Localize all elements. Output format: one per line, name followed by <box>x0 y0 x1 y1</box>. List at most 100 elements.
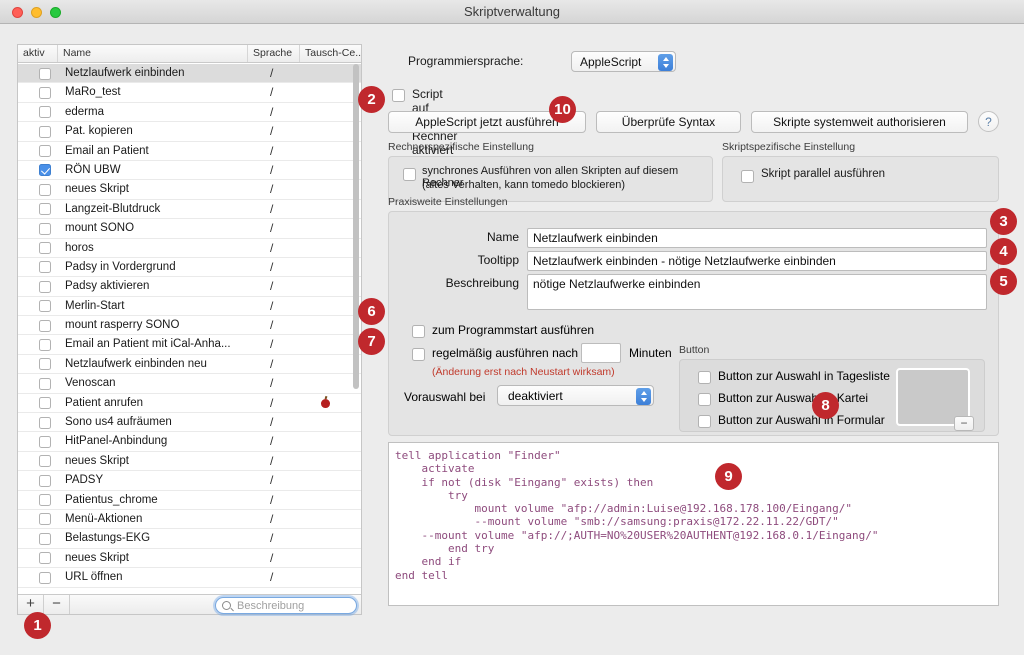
minutes-input[interactable] <box>581 343 621 363</box>
table-row[interactable]: Venoscan / <box>18 374 361 394</box>
column-header-aktiv[interactable]: aktiv <box>18 45 58 62</box>
tooltip-input[interactable]: Netzlaufwerk einbinden - nötige Netzlauf… <box>527 251 987 271</box>
table-row[interactable]: neues Skript / <box>18 452 361 472</box>
row-script-name: Padsy aktivieren <box>65 280 150 293</box>
row-active-checkbox[interactable] <box>39 455 51 468</box>
row-language-value: / <box>270 550 274 565</box>
run-at-startup-checkbox[interactable] <box>412 325 425 338</box>
row-active-checkbox[interactable] <box>39 242 51 255</box>
table-row[interactable]: HitPanel-Anbindung / <box>18 432 361 452</box>
name-input[interactable]: Netzlaufwerk einbinden <box>527 228 987 248</box>
annotation-badge-5: 5 <box>990 268 1017 295</box>
table-row[interactable]: neues Skript / <box>18 180 361 200</box>
script-list-scrollbar[interactable] <box>352 64 360 595</box>
column-header-tausch-center[interactable]: Tausch-Ce... <box>300 45 361 62</box>
row-language-value: / <box>270 511 274 526</box>
table-row[interactable]: Langzeit-Blutdruck / <box>18 200 361 220</box>
table-row[interactable]: RÖN UBW / <box>18 161 361 181</box>
table-row[interactable]: MaRo_test / <box>18 83 361 103</box>
row-active-checkbox[interactable] <box>39 106 51 119</box>
table-row[interactable]: Menü-Aktionen / <box>18 510 361 530</box>
row-active-checkbox[interactable] <box>39 435 51 448</box>
row-active-checkbox[interactable] <box>39 145 51 158</box>
table-row[interactable]: mount SONO / <box>18 219 361 239</box>
row-active-checkbox[interactable] <box>39 319 51 332</box>
script-list-body[interactable]: Netzlaufwerk einbinden / MaRo_test / ederma /… <box>18 64 361 595</box>
chevron-updown-icon[interactable] <box>658 54 673 71</box>
script-group-legend: Skriptspezifische Einstellung <box>722 141 856 153</box>
preselect-selected-value: deaktiviert <box>508 389 563 403</box>
run-periodically-checkbox[interactable] <box>412 348 425 361</box>
table-row[interactable]: ederma / <box>18 103 361 123</box>
annotation-badge-4: 4 <box>990 238 1017 265</box>
script-settings-group: Skript parallel ausführen <box>722 156 999 202</box>
annotation-badge-9: 9 <box>715 463 742 490</box>
row-active-checkbox[interactable] <box>39 183 51 196</box>
table-row[interactable]: Sono us4 aufräumen / <box>18 413 361 433</box>
row-active-checkbox[interactable] <box>39 164 51 177</box>
row-active-checkbox[interactable] <box>39 416 51 429</box>
table-row[interactable]: Padsy in Vordergrund / <box>18 258 361 278</box>
language-select[interactable]: AppleScript <box>571 51 676 72</box>
row-active-checkbox[interactable] <box>39 261 51 274</box>
table-row[interactable]: neues Skript / <box>18 549 361 569</box>
row-active-checkbox[interactable] <box>39 513 51 526</box>
table-row[interactable]: Email an Patient / <box>18 142 361 161</box>
row-active-checkbox[interactable] <box>39 571 51 584</box>
authorize-scripts-button[interactable]: Skripte systemweit authorisieren <box>751 111 968 133</box>
column-header-sprache[interactable]: Sprache <box>248 45 300 62</box>
table-row[interactable]: horos / <box>18 239 361 258</box>
button-icon-preview[interactable]: − <box>896 368 974 431</box>
help-button[interactable]: ? <box>978 111 999 132</box>
row-active-checkbox[interactable] <box>39 125 51 138</box>
row-active-checkbox[interactable] <box>39 280 51 293</box>
row-active-checkbox[interactable] <box>39 300 51 313</box>
row-active-checkbox[interactable] <box>39 474 51 487</box>
table-row[interactable]: Netzlaufwerk einbinden / <box>18 64 361 84</box>
row-language-value: / <box>270 124 274 139</box>
row-active-checkbox[interactable] <box>39 532 51 545</box>
code-editor[interactable]: tell application "Finder" activate if no… <box>388 442 999 606</box>
script-enabled-checkbox[interactable] <box>392 89 405 102</box>
table-row[interactable]: PADSY / <box>18 471 361 491</box>
description-textarea[interactable]: nötige Netzlaufwerke einbinden <box>527 274 987 310</box>
table-row[interactable]: Merlin-Start / <box>18 297 361 317</box>
table-row[interactable]: Pat. kopieren / <box>18 122 361 142</box>
button-tagesliste-checkbox[interactable] <box>698 371 711 384</box>
button-formular-checkbox[interactable] <box>698 415 711 428</box>
row-active-checkbox[interactable] <box>39 222 51 235</box>
remove-button-icon-button[interactable]: − <box>954 416 974 431</box>
table-row[interactable]: Netzlaufwerk einbinden neu / <box>18 355 361 375</box>
row-active-checkbox[interactable] <box>39 203 51 216</box>
row-active-checkbox[interactable] <box>39 377 51 390</box>
row-script-name: mount rasperry SONO <box>65 319 180 332</box>
row-language-value: / <box>270 279 274 294</box>
code-editor-content[interactable]: tell application "Finder" activate if no… <box>389 443 998 582</box>
table-row[interactable]: Padsy aktivieren / <box>18 277 361 297</box>
preselect-select[interactable]: deaktiviert <box>497 385 654 406</box>
row-active-checkbox[interactable] <box>39 494 51 507</box>
parallel-execution-checkbox[interactable] <box>741 170 754 183</box>
column-header-name[interactable]: Name <box>58 45 248 62</box>
table-row[interactable]: Patientus_chrome / <box>18 491 361 510</box>
row-active-checkbox[interactable] <box>39 397 51 410</box>
row-active-checkbox[interactable] <box>39 338 51 351</box>
table-row[interactable]: URL öffnen / <box>18 568 361 588</box>
row-active-checkbox[interactable] <box>39 67 51 80</box>
row-active-checkbox[interactable] <box>39 86 51 99</box>
synchronous-execution-checkbox[interactable] <box>403 168 416 181</box>
table-row[interactable]: mount rasperry SONO / <box>18 316 361 336</box>
row-language-value: / <box>270 356 274 371</box>
annotation-badge-6: 6 <box>358 298 385 325</box>
annotation-badge-3: 3 <box>990 208 1017 235</box>
button-kartei-checkbox[interactable] <box>698 393 711 406</box>
table-row[interactable]: Patient anrufen / <box>18 394 361 414</box>
table-row[interactable]: Belastungs-EKG / <box>18 529 361 549</box>
row-active-checkbox[interactable] <box>39 552 51 565</box>
row-script-name: horos <box>65 241 94 254</box>
row-active-checkbox[interactable] <box>39 358 51 371</box>
chevron-updown-icon[interactable] <box>636 388 651 405</box>
table-row[interactable]: Email an Patient mit iCal-Anha... / <box>18 335 361 355</box>
row-language-value: / <box>270 415 274 430</box>
check-syntax-button[interactable]: Überprüfe Syntax <box>596 111 741 133</box>
